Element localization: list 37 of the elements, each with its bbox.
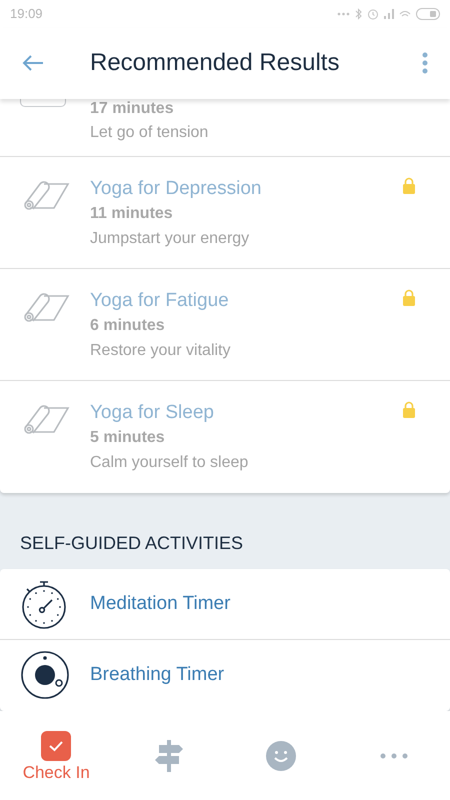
stopwatch-icon — [20, 578, 68, 629]
activity-item[interactable]: Breathing Timer — [0, 640, 450, 711]
wifi-icon — [399, 10, 411, 18]
yoga-result-item[interactable]: Yoga for Fatigue 6 minutes Restore your vitality — [0, 268, 450, 381]
duration-text: 17 minutes — [90, 98, 175, 119]
description-text: Let go of tension — [90, 122, 208, 143]
result-title: Yoga for Depression — [90, 176, 262, 201]
section-heading: SELF-GUIDED ACTIVITIES — [20, 532, 244, 553]
page-title: Recommended Results — [90, 48, 340, 78]
back-arrow-icon[interactable] — [22, 54, 44, 72]
yoga-result-item[interactable]: Yoga for Sleep 5 minutes Calm yourself to sleep — [0, 380, 450, 493]
notification-dots-icon — [337, 12, 350, 16]
result-title: Yoga for Fatigue — [90, 288, 230, 313]
alarm-icon — [367, 8, 379, 20]
description-text: Restore your vitality — [90, 340, 232, 361]
nav-label: Check In — [22, 762, 90, 783]
battery-icon — [416, 8, 440, 20]
smiley-icon[interactable] — [266, 740, 296, 771]
signpost-icon[interactable] — [154, 740, 183, 772]
description-text: Jumpstart your energy — [90, 228, 250, 249]
duration-text: 5 minutes — [90, 428, 166, 448]
duration-text: 6 minutes — [90, 316, 166, 336]
overflow-menu-icon[interactable] — [422, 52, 428, 74]
signal-icon — [384, 8, 394, 19]
breathing-circle-icon — [20, 650, 70, 700]
activity-item[interactable]: Meditation Timer — [0, 568, 450, 640]
yoga-result-item[interactable]: Yoga for Depression 11 minutes Jumpstart your energy — [0, 156, 450, 269]
description-text: Calm yourself to sleep — [90, 452, 250, 473]
bluetooth-icon — [355, 8, 362, 20]
result-title: Yoga for Sleep — [90, 400, 215, 425]
status-time: 19:09 — [10, 5, 43, 24]
duration-text: 11 minutes — [90, 204, 174, 224]
activity-label: Breathing Timer — [90, 663, 224, 688]
more-icon[interactable] — [380, 752, 408, 759]
nav-tab[interactable]: Check In — [0, 720, 112, 791]
activity-label: Meditation Timer — [90, 592, 230, 616]
checkmark-icon — [41, 730, 72, 761]
